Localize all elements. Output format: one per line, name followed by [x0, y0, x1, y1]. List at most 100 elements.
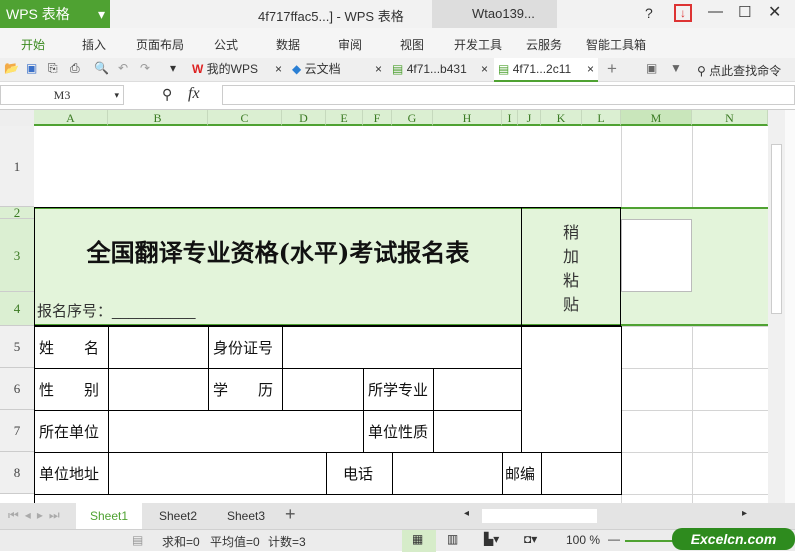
blank-right-block[interactable]	[521, 326, 622, 453]
filter-icon[interactable]: ▼	[670, 61, 682, 75]
add-sheet-button[interactable]: +	[285, 504, 296, 525]
column-header-M[interactable]: M	[621, 110, 692, 126]
command-search[interactable]: ⚲ 点此查找命令	[697, 62, 781, 79]
doc-tab-mywps[interactable]: W 我的WPS ×	[188, 58, 286, 82]
column-header-L[interactable]: L	[582, 110, 621, 126]
help-button[interactable]: ?	[645, 5, 653, 21]
tab-developer[interactable]: 开发工具	[454, 36, 502, 53]
row-header-8[interactable]: 8	[0, 452, 34, 494]
doc-tab-2c11[interactable]: ▤ 4f71...2c11 ×	[494, 58, 598, 82]
active-cell-m3[interactable]	[621, 219, 692, 292]
input-postcode[interactable]	[541, 452, 622, 495]
scroll-right-icon[interactable]: ▸	[742, 508, 747, 519]
open-icon[interactable]: 📂	[4, 61, 19, 75]
ribbon-tabs: 开始 插入 页面布局 公式 数据 审阅 视图 开发工具 云服务 智能工具箱	[0, 28, 795, 58]
input-gender[interactable]	[108, 368, 209, 411]
sheet-tab-2[interactable]: Sheet2	[146, 503, 210, 529]
row-header-7[interactable]: 7	[0, 410, 34, 452]
download-icon[interactable]: ↓	[674, 4, 692, 22]
column-header-D[interactable]: D	[282, 110, 326, 126]
name-box[interactable]: M3 ▾	[0, 85, 124, 105]
input-phone[interactable]	[392, 452, 503, 495]
tab-insert[interactable]: 插入	[82, 36, 106, 53]
input-education[interactable]	[282, 368, 364, 411]
tab-home[interactable]: 开始	[21, 36, 45, 53]
screen-icon[interactable]: ▣	[646, 61, 657, 75]
zoom-slider[interactable]	[625, 540, 675, 542]
row-header-6[interactable]: 6	[0, 368, 34, 410]
row-header-5[interactable]: 5	[0, 326, 34, 368]
tab-review[interactable]: 审阅	[338, 36, 362, 53]
column-header-B[interactable]: B	[108, 110, 208, 126]
column-header-C[interactable]: C	[208, 110, 282, 126]
input-employer-type[interactable]	[433, 410, 522, 453]
photo-char: 粘	[562, 272, 579, 290]
column-header-H[interactable]: H	[433, 110, 502, 126]
eye-protect-icon[interactable]: ◘▾	[524, 532, 537, 546]
zoom-formula-icon[interactable]: ⚲	[162, 86, 172, 103]
export-icon[interactable]: ⎘	[48, 61, 58, 76]
row-header-1[interactable]: 1	[0, 126, 34, 207]
column-header-J[interactable]: J	[518, 110, 541, 126]
close-tab-icon[interactable]: ×	[481, 58, 488, 80]
input-address[interactable]	[108, 452, 327, 495]
tab-smart-tools[interactable]: 智能工具箱	[586, 36, 646, 53]
row-header-3[interactable]: 3	[0, 219, 34, 292]
tab-view[interactable]: 视图	[400, 36, 424, 53]
tab-page-layout[interactable]: 页面布局	[136, 36, 184, 53]
reading-mode-icon[interactable]: ▙▾	[484, 532, 499, 546]
photo-box[interactable]: 稍加粘贴	[521, 207, 621, 326]
close-tab-icon[interactable]: ×	[587, 58, 594, 80]
row-header-2[interactable]: 2	[0, 206, 34, 219]
tab-cloud[interactable]: 云服务	[526, 36, 562, 53]
close-tab-icon[interactable]: ×	[275, 58, 282, 80]
tab-formulas[interactable]: 公式	[214, 36, 238, 53]
more-dropdown-icon[interactable]: ▾	[170, 61, 176, 75]
zoom-out-button[interactable]: —	[608, 532, 620, 546]
scroll-left-icon[interactable]: ◂	[464, 508, 469, 519]
photo-char: 加	[562, 248, 579, 266]
undo-icon[interactable]: ↶	[118, 61, 128, 75]
select-all-corner[interactable]	[0, 110, 34, 126]
sheet-tab-3[interactable]: Sheet3	[214, 503, 278, 529]
app-menu-button[interactable]: WPS 表格 ▾	[0, 0, 110, 28]
input-employer[interactable]	[108, 410, 364, 453]
vertical-scrollbar[interactable]	[768, 110, 785, 503]
tab-data[interactable]: 数据	[276, 36, 300, 53]
input-id[interactable]	[282, 326, 522, 369]
zoom-level[interactable]: 100 %	[566, 533, 600, 547]
close-tab-icon[interactable]: ×	[375, 58, 382, 80]
normal-view-icon[interactable]: ▦	[412, 532, 423, 546]
form-title: 全国翻译专业资格(水平)考试报名表	[86, 238, 470, 267]
sheet-nav-arrows[interactable]: ⏮◂▸⏭	[8, 508, 66, 523]
print-preview-icon[interactable]: 🔍	[94, 61, 109, 75]
input-name[interactable]	[108, 326, 209, 369]
horizontal-scroll-thumb[interactable]	[482, 509, 597, 523]
minimize-button[interactable]: —	[708, 3, 723, 20]
row-header-4[interactable]: 4	[0, 292, 34, 326]
new-tab-button[interactable]: +	[607, 59, 617, 79]
doc-tab-cloud[interactable]: ◆ 云文档 ×	[288, 58, 386, 82]
vertical-scroll-thumb[interactable]	[771, 144, 782, 314]
column-header-G[interactable]: G	[392, 110, 433, 126]
horizontal-scrollbar[interactable]: ◂ ▸	[460, 508, 760, 523]
close-button[interactable]: ✕	[768, 2, 781, 22]
page-break-view-icon[interactable]: ▥	[447, 532, 458, 546]
fx-icon[interactable]: fx	[188, 85, 200, 103]
column-header-N[interactable]: N	[692, 110, 768, 126]
print-icon[interactable]: ⎙	[70, 61, 80, 76]
label-employer: 所在单位	[34, 410, 109, 453]
column-header-A[interactable]: A	[34, 110, 108, 126]
column-header-E[interactable]: E	[326, 110, 363, 126]
user-account[interactable]: Wtao139...	[472, 6, 535, 21]
redo-icon[interactable]: ↷	[140, 61, 150, 75]
column-header-F[interactable]: F	[363, 110, 392, 126]
column-header-I[interactable]: I	[502, 110, 518, 126]
input-major[interactable]	[433, 368, 522, 411]
doc-tab-b431[interactable]: ▤ 4f71...b431 ×	[388, 58, 492, 82]
save-icon[interactable]: ▣	[26, 61, 37, 75]
formula-input[interactable]	[222, 85, 795, 105]
column-header-K[interactable]: K	[541, 110, 582, 126]
maximize-button[interactable]: ☐	[738, 3, 751, 21]
sheet-tab-1[interactable]: Sheet1	[76, 503, 142, 529]
